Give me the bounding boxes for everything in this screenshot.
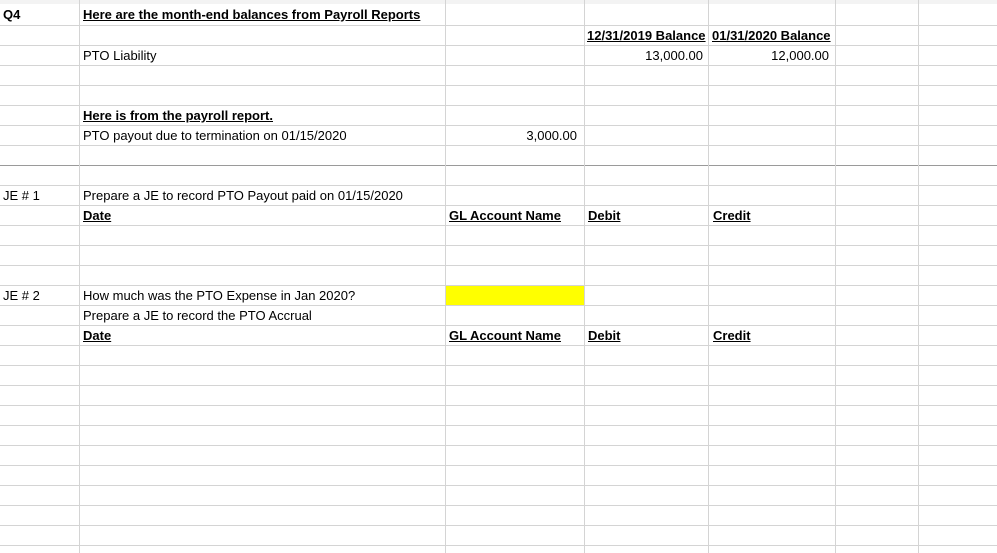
row-line — [0, 85, 997, 86]
je1-credit-header[interactable]: Credit — [713, 206, 823, 226]
je1-debit-header[interactable]: Debit — [588, 206, 698, 226]
col-header-2019-balance[interactable]: 12/31/2019 Balance — [587, 26, 707, 46]
column-line — [584, 0, 585, 553]
row-line — [0, 505, 997, 506]
je1-date-header[interactable]: Date — [83, 206, 183, 226]
column-line — [445, 0, 446, 553]
section-title[interactable]: Here are the month-end balances from Pay… — [83, 5, 483, 25]
pto-liability-label[interactable]: PTO Liability — [83, 46, 443, 66]
row-line — [0, 265, 997, 266]
spreadsheet-grid — [0, 0, 997, 553]
row-line — [0, 545, 997, 546]
column-line — [79, 0, 80, 553]
pto-payout-description[interactable]: PTO payout due to termination on 01/15/2… — [83, 126, 443, 146]
row-line — [0, 245, 997, 246]
row-line — [0, 485, 997, 486]
row-line — [0, 405, 997, 406]
je1-prompt[interactable]: Prepare a JE to record PTO Payout paid o… — [83, 186, 443, 206]
je2-prompt[interactable]: Prepare a JE to record the PTO Accrual — [83, 306, 443, 326]
column-line — [708, 0, 709, 553]
pto-payout-amount[interactable]: 3,000.00 — [446, 126, 577, 146]
answer-input-cell[interactable] — [446, 286, 584, 305]
je2-debit-header[interactable]: Debit — [588, 326, 698, 346]
row-line — [0, 445, 997, 446]
column-line — [835, 0, 836, 553]
row-line — [0, 465, 997, 466]
col-header-2020-balance[interactable]: 01/31/2020 Balance — [712, 26, 872, 46]
row-line — [0, 385, 997, 386]
pto-liability-2020-value[interactable]: 12,000.00 — [709, 46, 829, 66]
column-line — [918, 0, 919, 553]
row-line — [0, 425, 997, 426]
je2-question[interactable]: How much was the PTO Expense in Jan 2020… — [83, 286, 443, 306]
row-line — [0, 525, 997, 526]
pto-liability-2019-value[interactable]: 13,000.00 — [585, 46, 703, 66]
je2-label[interactable]: JE # 2 — [3, 286, 77, 306]
row-line — [0, 365, 997, 366]
je1-gl-account-header[interactable]: GL Account Name — [449, 206, 582, 226]
je2-gl-account-header[interactable]: GL Account Name — [449, 326, 582, 346]
je2-date-header[interactable]: Date — [83, 326, 183, 346]
payroll-report-heading[interactable]: Here is from the payroll report. — [83, 106, 443, 126]
question-label-q4[interactable]: Q4 — [3, 5, 73, 25]
je1-label[interactable]: JE # 1 — [3, 186, 77, 206]
section-divider — [0, 165, 997, 166]
je2-credit-header[interactable]: Credit — [713, 326, 823, 346]
